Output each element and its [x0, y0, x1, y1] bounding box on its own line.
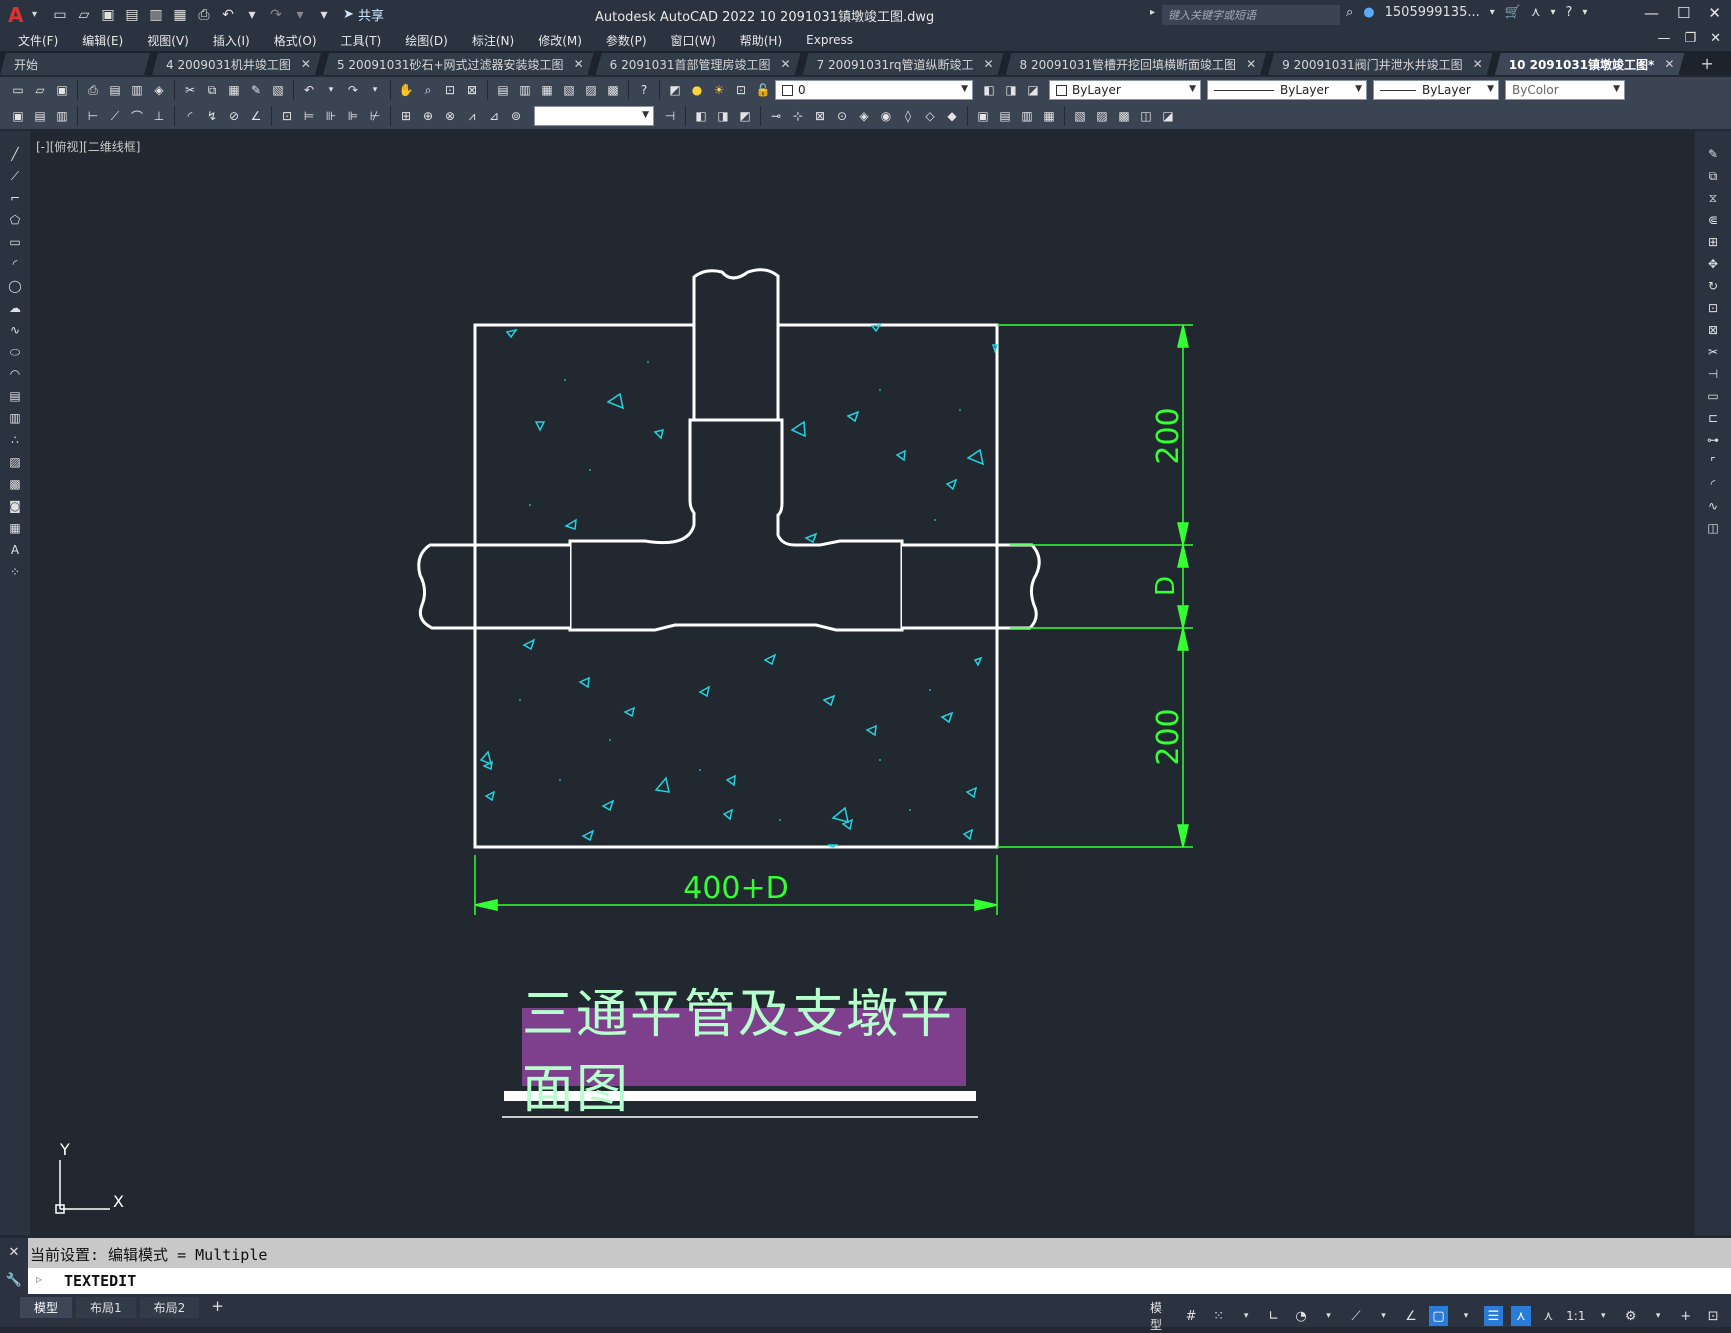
drawing-title-text[interactable]: 三通平管及支墩平面图 [522, 1008, 966, 1086]
cad-drawing: 200 D 200 400+D X Y [0, 0, 1731, 1327]
command-history-text: 当前设置: 编辑模式 = Multiple [30, 1244, 267, 1265]
status-toggles: 模型 # ⁙ ▾ ∟ ◔ ▾ ⟋ ▾ ∠ ▢ ▾ ☰ ⋏ ⋏ 1:1 ▾ ⚙ ▾… [1150, 1299, 1731, 1333]
annotation-visibility-icon[interactable]: ⋏ [1511, 1306, 1530, 1326]
layout-tab-model[interactable]: 模型 [20, 1297, 72, 1318]
grid-icon[interactable]: # [1181, 1306, 1200, 1326]
workspace-dropdown-icon[interactable]: ▾ [1648, 1306, 1667, 1326]
model-space-button[interactable]: 模型 [1150, 1299, 1173, 1333]
command-history: 当前设置: 编辑模式 = Multiple [28, 1238, 1731, 1268]
snap-icon[interactable]: ⁙ [1209, 1306, 1228, 1326]
customize-command-icon[interactable]: 🔧 [0, 1266, 28, 1294]
auto-scale-icon[interactable]: ⋏ [1539, 1306, 1558, 1326]
polar-dropdown-icon[interactable]: ▾ [1319, 1306, 1338, 1326]
command-line-controls: ✕ 🔧 [0, 1238, 28, 1294]
status-bar: 模型 布局1 布局2 + 模型 # ⁙ ▾ ∟ ◔ ▾ ⟋ ▾ ∠ ▢ ▾ ☰ … [0, 1294, 1731, 1327]
layout-tab-2[interactable]: 布局2 [140, 1297, 200, 1318]
osnap-dropdown-icon[interactable]: ▾ [1456, 1306, 1475, 1326]
annotation-scale[interactable]: 1:1 [1566, 1309, 1585, 1323]
workspace-gear-icon[interactable]: ⚙ [1621, 1306, 1640, 1326]
scale-dropdown-icon[interactable]: ▾ [1593, 1306, 1612, 1326]
dimension-bottom-200: 200 [1151, 708, 1186, 765]
main-pipe-right [902, 545, 1039, 628]
tee-fitting [570, 420, 902, 630]
ucs-x-label: X [113, 1192, 124, 1211]
isolate-objects-icon[interactable]: ⊡ [1703, 1306, 1722, 1326]
object-snap-icon[interactable]: ▢ [1429, 1306, 1448, 1326]
main-pipe-left [419, 545, 570, 628]
ucs-y-label: Y [59, 1140, 70, 1159]
isodraft-icon[interactable]: ⟋ [1346, 1306, 1365, 1326]
dimension-top-200: 200 [1151, 407, 1186, 464]
isodraft-dropdown-icon[interactable]: ▾ [1374, 1306, 1393, 1326]
add-icon[interactable]: + [1676, 1306, 1695, 1326]
dimension-middle-d: D [1151, 576, 1181, 596]
drawing-title: 三通平管及支墩平面图 [522, 972, 966, 1122]
layout-tabs: 模型 布局1 布局2 + [20, 1297, 232, 1318]
add-layout-icon[interactable]: + [203, 1297, 232, 1318]
polar-tracking-icon[interactable]: ◔ [1291, 1306, 1310, 1326]
ortho-icon[interactable]: ∟ [1264, 1306, 1283, 1326]
object-snap-tracking-icon[interactable]: ∠ [1401, 1306, 1420, 1326]
command-prompt-icon: ▹ [36, 1272, 42, 1286]
lineweight-icon[interactable]: ☰ [1484, 1306, 1503, 1326]
command-input[interactable]: ▹ TEXTEDIT [28, 1268, 1731, 1294]
autocad-window: A ▾ ▭ ▱ ▣ ▤ ▥ ▦ ⎙ ↶ ▾ ↷ ▾ ▾ ➤ 共享 Autodes… [0, 0, 1731, 1327]
command-input-text: TEXTEDIT [64, 1272, 136, 1290]
close-command-line-icon[interactable]: ✕ [0, 1238, 28, 1266]
ucs-icon [56, 1160, 110, 1213]
branch-pipe [694, 270, 778, 420]
layout-tab-1[interactable]: 布局1 [76, 1297, 136, 1318]
dimension-width: 400+D [683, 871, 789, 906]
snap-dropdown-icon[interactable]: ▾ [1236, 1306, 1255, 1326]
